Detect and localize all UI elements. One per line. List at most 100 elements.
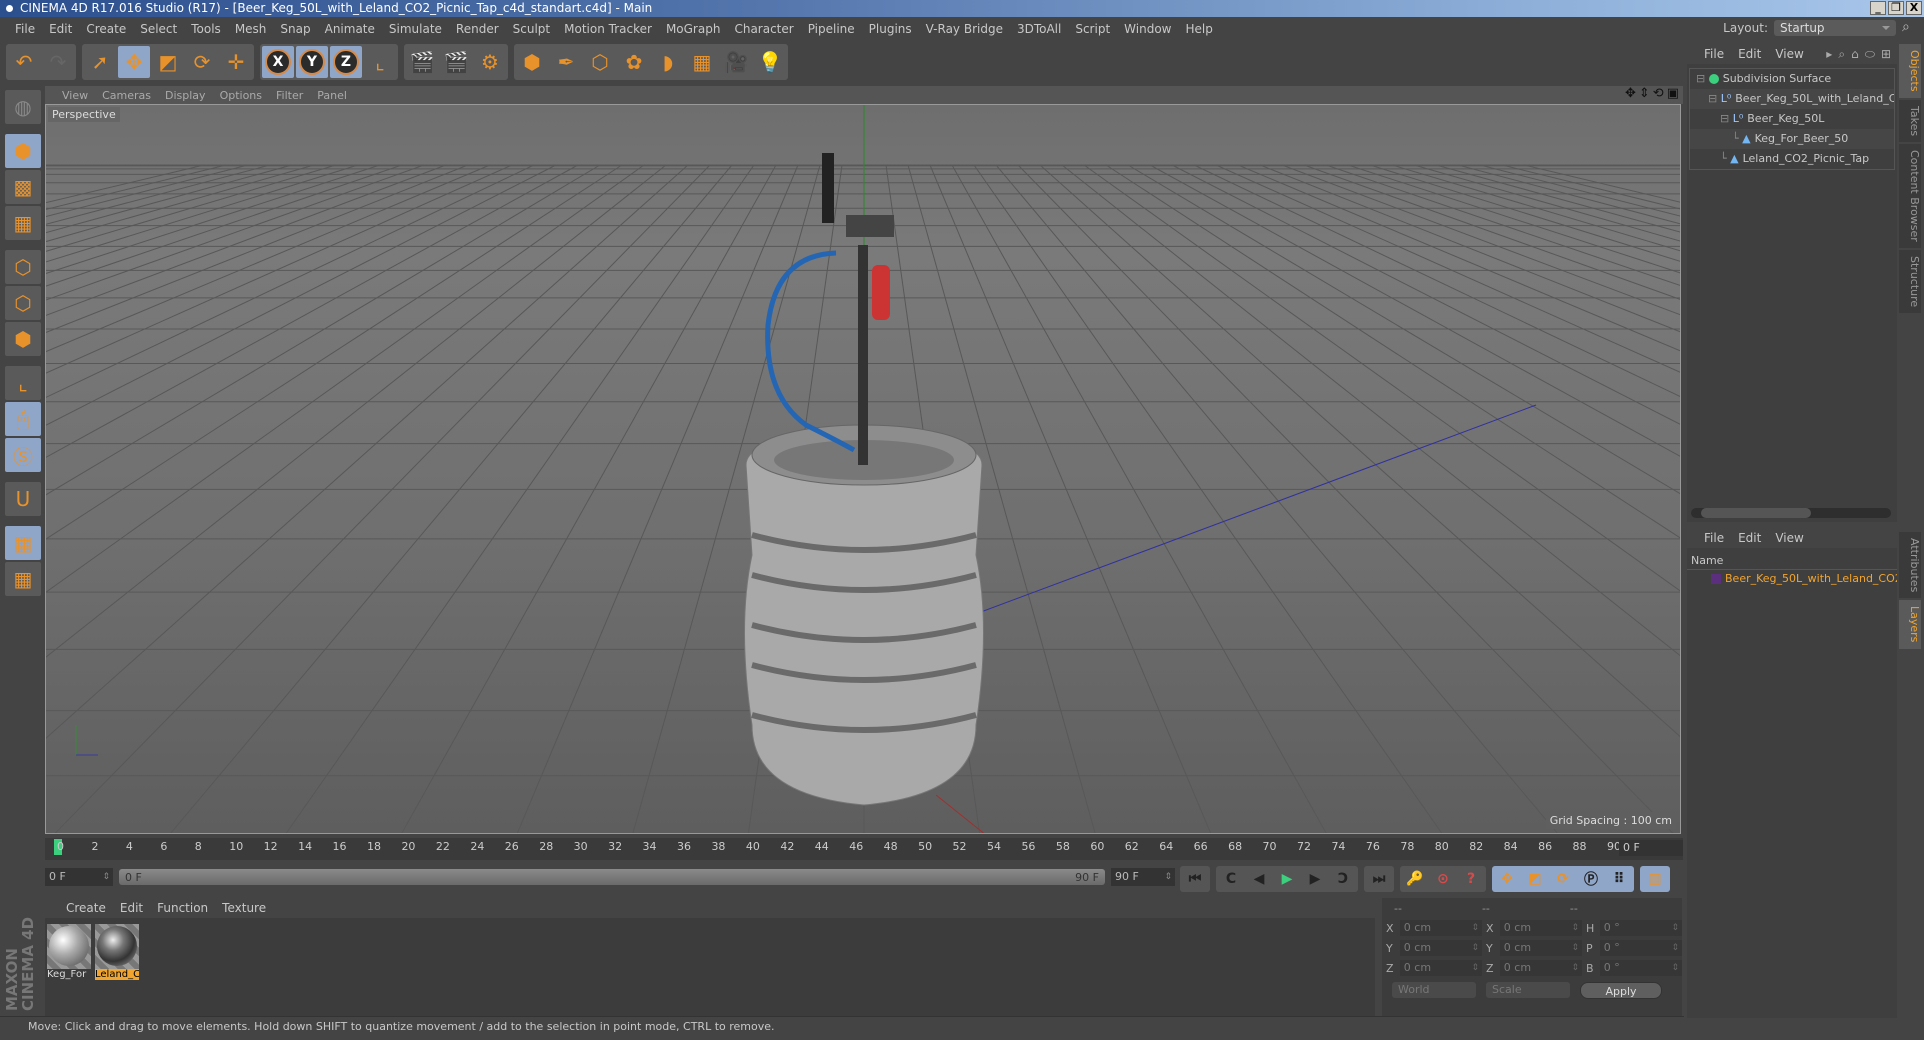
- viewport-menu-options[interactable]: Options: [213, 89, 269, 102]
- tree-expander-icon[interactable]: ⊟: [1720, 112, 1733, 125]
- menu-3dtoall[interactable]: 3DToAll: [1010, 22, 1068, 36]
- layer-color-swatch[interactable]: [1711, 574, 1721, 584]
- timeline-window-button[interactable]: ▥: [1641, 867, 1669, 891]
- search-icon[interactable]: ⌕: [1838, 47, 1845, 62]
- home-icon[interactable]: ⌂: [1851, 47, 1859, 62]
- workplane-mode-button[interactable]: ▦: [5, 206, 41, 240]
- autokeying-button[interactable]: ⊙: [1429, 867, 1457, 891]
- menu-snap[interactable]: Snap: [273, 22, 317, 36]
- go-to-start-button[interactable]: ⏮: [1181, 867, 1209, 891]
- deformer-button[interactable]: ◗: [652, 46, 684, 78]
- menu-script[interactable]: Script: [1068, 22, 1117, 36]
- bookmark-icon[interactable]: ⬭: [1865, 47, 1875, 62]
- menu-motion-tracker[interactable]: Motion Tracker: [557, 22, 659, 36]
- viewport-menu-view[interactable]: View: [55, 89, 95, 102]
- layer-menu-file[interactable]: File: [1697, 531, 1731, 545]
- name-column-header[interactable]: Name: [1687, 552, 1897, 570]
- menu-select[interactable]: Select: [133, 22, 184, 36]
- model-mode-button[interactable]: ⬢: [5, 134, 41, 168]
- size-field[interactable]: 0 cm: [1499, 940, 1582, 956]
- size-field[interactable]: 0 cm: [1499, 960, 1582, 976]
- viewport-menu-filter[interactable]: Filter: [269, 89, 310, 102]
- menu-character[interactable]: Character: [727, 22, 800, 36]
- key-rotation-button[interactable]: ⟳: [1549, 867, 1577, 891]
- timeline-ruler[interactable]: 0 2 4 6 8 10 12 14 16 18 20 22 24 26 28 30 32 34 36 38 40 42 4…: [45, 838, 1683, 860]
- menu-animate[interactable]: Animate: [318, 22, 382, 36]
- rotation-field[interactable]: 0 °: [1599, 920, 1682, 936]
- menu-simulate[interactable]: Simulate: [382, 22, 449, 36]
- points-mode-button[interactable]: ⬡: [5, 250, 41, 284]
- coordinate-system-button[interactable]: ⌞: [364, 46, 396, 78]
- start-frame-field[interactable]: 0 F ⇕: [45, 868, 113, 886]
- layer-menu-edit[interactable]: Edit: [1731, 531, 1768, 545]
- previous-key-button[interactable]: C: [1217, 867, 1245, 891]
- object-row[interactable]: ⊟ L⁰Beer_Keg_50L_with_Leland_CO2_Picnic_…: [1690, 89, 1894, 109]
- rotate-button[interactable]: ⟳: [186, 46, 218, 78]
- range-slider[interactable]: 0 F 90 F: [119, 869, 1105, 885]
- menu-v-ray-bridge[interactable]: V-Ray Bridge: [919, 22, 1010, 36]
- planar-workplane-button[interactable]: ▦: [5, 562, 41, 596]
- pen-button[interactable]: ✒: [550, 46, 582, 78]
- rotation-field[interactable]: 0 °: [1599, 940, 1682, 956]
- menu-tools[interactable]: Tools: [184, 22, 228, 36]
- orbit-icon[interactable]: ⟲: [1653, 86, 1664, 101]
- menu-mesh[interactable]: Mesh: [228, 22, 274, 36]
- minimize-button[interactable]: _: [1870, 1, 1886, 15]
- size-field[interactable]: 0 cm: [1499, 920, 1582, 936]
- object-row[interactable]: └ ▲ Keg_For_Beer_50: [1690, 129, 1894, 149]
- side-tab-layers[interactable]: Layers: [1899, 600, 1921, 649]
- texture-mode-button[interactable]: ▩: [5, 170, 41, 204]
- menu-mograph[interactable]: MoGraph: [659, 22, 728, 36]
- viewport-menu-panel[interactable]: Panel: [310, 89, 354, 102]
- side-tab-attributes[interactable]: Attributes: [1899, 532, 1921, 599]
- side-tab-structure[interactable]: Structure: [1899, 249, 1921, 313]
- side-tab-content-browser[interactable]: Content Browser: [1899, 143, 1921, 248]
- rotation-field[interactable]: 0 °: [1599, 960, 1682, 976]
- object-row[interactable]: ⊟ Subdivision Surface: [1690, 69, 1894, 89]
- previous-frame-button[interactable]: ◀: [1245, 867, 1273, 891]
- menu-sculpt[interactable]: Sculpt: [506, 22, 557, 36]
- menu-plugins[interactable]: Plugins: [862, 22, 919, 36]
- side-tab-takes[interactable]: Takes: [1899, 99, 1921, 142]
- end-frame-field[interactable]: 90 F ⇕: [1111, 868, 1175, 886]
- select-button[interactable]: ➚: [84, 46, 116, 78]
- light-button[interactable]: 💡: [754, 46, 786, 78]
- play-button[interactable]: ▶: [1273, 867, 1301, 891]
- object-menu-view[interactable]: View: [1768, 47, 1810, 61]
- menu-help[interactable]: Help: [1178, 22, 1219, 36]
- recent-tool-button[interactable]: ✛: [220, 46, 252, 78]
- camera-label[interactable]: Perspective: [48, 107, 120, 122]
- key-scale-button[interactable]: ◩: [1521, 867, 1549, 891]
- position-field[interactable]: 0 cm: [1399, 920, 1482, 936]
- material-menu-function[interactable]: Function: [150, 901, 215, 915]
- 3d-viewport[interactable]: Perspective Grid Spacing : 100 cm: [45, 104, 1681, 834]
- object-row[interactable]: └ ▲ Leland_CO2_Picnic_Tap: [1690, 149, 1894, 169]
- record-keys-button[interactable]: 🔑: [1401, 867, 1429, 891]
- object-menu-file[interactable]: File: [1697, 47, 1731, 61]
- polygons-mode-button[interactable]: ⬢: [5, 322, 41, 356]
- undo-button[interactable]: ↶: [8, 46, 40, 78]
- more-arrow-icon[interactable]: ▸: [1826, 47, 1832, 62]
- enable-axis-button[interactable]: ⌞: [5, 366, 41, 400]
- object-row[interactable]: ⊟ L⁰ Beer_Keg_50L: [1690, 109, 1894, 129]
- render-settings-button[interactable]: ⚙: [474, 46, 506, 78]
- tweak-mode-button[interactable]: 🖱: [5, 402, 41, 436]
- layout-dropdown[interactable]: Startup: [1774, 20, 1896, 36]
- material-menu-create[interactable]: Create: [59, 901, 113, 915]
- material-menu-edit[interactable]: Edit: [113, 901, 150, 915]
- solo-button[interactable]: Ⓢ: [5, 438, 41, 472]
- menu-create[interactable]: Create: [79, 22, 133, 36]
- close-button[interactable]: X: [1906, 1, 1922, 15]
- horizontal-scrollbar[interactable]: [1691, 508, 1891, 518]
- key-pla-button[interactable]: ⠿: [1605, 867, 1633, 891]
- restore-button[interactable]: ❐: [1888, 1, 1904, 15]
- keyframe-selection-button[interactable]: ?: [1457, 867, 1485, 891]
- move-button[interactable]: ✥: [118, 46, 150, 78]
- maximize-icon[interactable]: ▣: [1667, 86, 1679, 101]
- locked-workplane-button[interactable]: ▦: [5, 526, 41, 560]
- camera-button[interactable]: 🎥: [720, 46, 752, 78]
- position-field[interactable]: 0 cm: [1399, 960, 1482, 976]
- next-frame-button[interactable]: ▶: [1301, 867, 1329, 891]
- layer-menu-view[interactable]: View: [1768, 531, 1810, 545]
- key-parameter-button[interactable]: Ⓟ: [1577, 867, 1605, 891]
